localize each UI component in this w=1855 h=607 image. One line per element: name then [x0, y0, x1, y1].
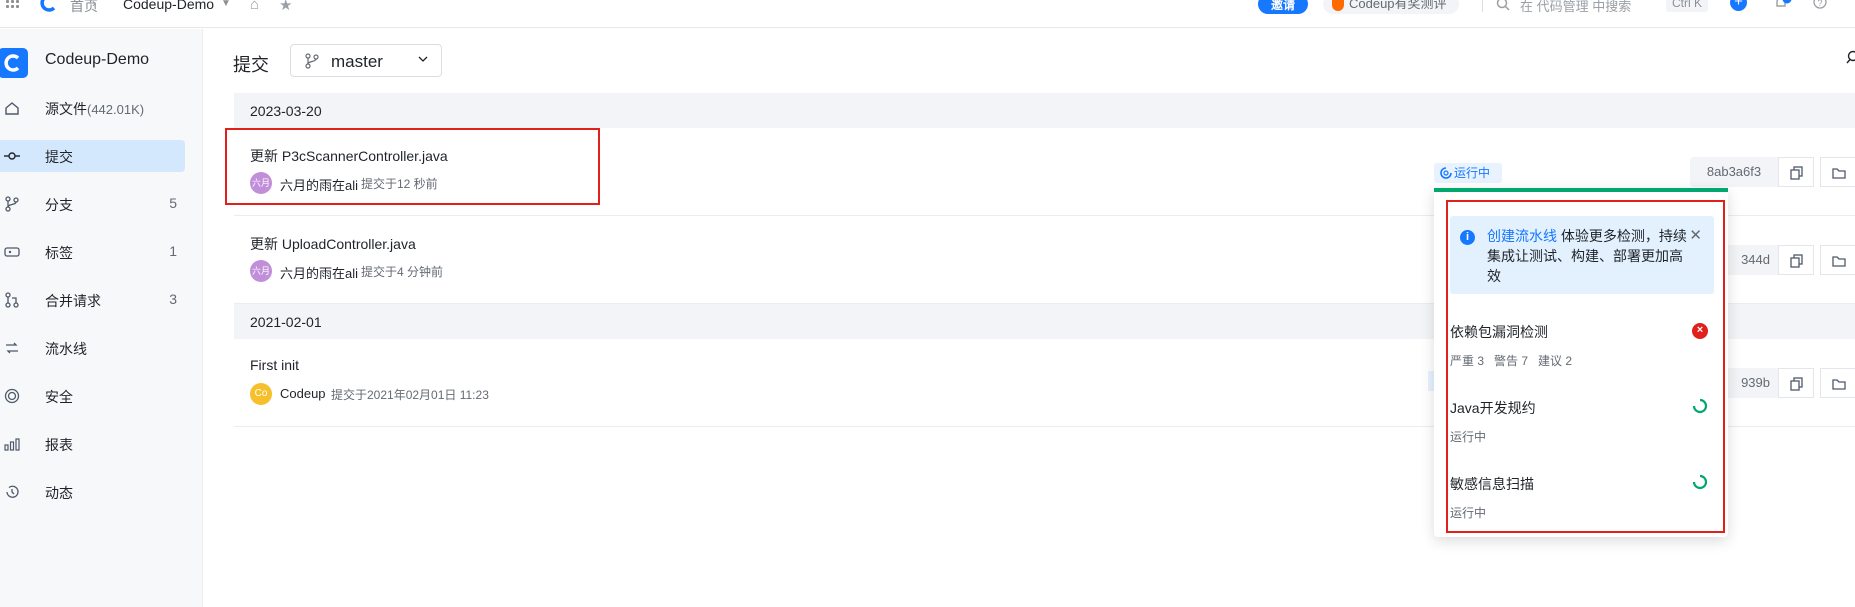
promo-label: Codeup有奖测评: [1349, 0, 1447, 11]
sidebar-item-label: 分支: [45, 197, 73, 213]
commit-title[interactable]: 更新 UploadController.java: [250, 234, 416, 254]
search-shortcut: Ctrl K: [1666, 0, 1708, 12]
history-icon: [6, 485, 19, 498]
top-bar: 首页 › Codeup-Demo ▼ ⌂ ★ 邀请 Codeup有奖测评 在 代…: [0, 0, 1855, 28]
commit-time: 提交于2021年02月01日 11:23: [331, 388, 489, 402]
pipeline-icon: [6, 342, 18, 354]
commit-author: 六月的雨在ali: [280, 266, 359, 281]
commit-title[interactable]: First init: [250, 357, 299, 373]
sidebar-item-label: 合并请求: [45, 293, 101, 309]
search-icon[interactable]: [1846, 50, 1855, 64]
sidebar-item-label: 流水线: [45, 341, 87, 357]
page-title: 提交: [233, 55, 269, 75]
folder-icon: [1832, 256, 1846, 267]
svg-text:?: ?: [1818, 0, 1823, 8]
star-icon[interactable]: ★: [279, 0, 292, 14]
branch-count: 5: [169, 195, 177, 211]
breadcrumb-separator-icon: ›: [92, 0, 96, 10]
sidebar-item-activity[interactable]: 动态: [0, 476, 185, 508]
building-icon[interactable]: ⌂: [250, 0, 259, 13]
copy-hash-button[interactable]: [1778, 368, 1814, 398]
branch-icon: [5, 196, 19, 212]
highlight-commit-box: [225, 128, 600, 205]
report-icon: [4, 438, 20, 451]
browse-files-button[interactable]: [1820, 245, 1855, 275]
sidebar-item-label: 报表: [45, 437, 73, 453]
home-icon: [5, 102, 19, 115]
apps-grid-icon[interactable]: [6, 0, 20, 10]
sidebar-item-label: 源文件(442.01K): [45, 101, 145, 117]
global-search-input[interactable]: 在 代码管理 中搜索: [1520, 0, 1631, 15]
sidebar-item-branches[interactable]: 分支 5: [0, 188, 185, 220]
help-icon[interactable]: ?: [1813, 0, 1827, 9]
notification-badge: [1782, 0, 1792, 4]
branch-icon: [305, 53, 319, 69]
copy-hash-button[interactable]: [1778, 157, 1814, 187]
sidebar-item-pipelines[interactable]: 流水线: [0, 332, 185, 364]
date-group-header: 2023-03-20: [234, 93, 1855, 128]
avatar: Co: [250, 383, 272, 405]
commit-author: Codeup: [280, 386, 326, 401]
sidebar: Codeup-Demo 源文件(442.01K) 提交 分支 5 标签 1 合并…: [0, 29, 203, 607]
sidebar-item-commits[interactable]: 提交: [0, 140, 185, 172]
security-icon: [4, 388, 20, 404]
repo-dropdown-icon[interactable]: ▼: [221, 0, 231, 9]
copy-hash-button[interactable]: [1778, 245, 1814, 275]
search-icon: [1496, 0, 1510, 11]
codeup-logo-icon[interactable]: [40, 0, 58, 12]
gift-icon: [1332, 0, 1344, 11]
highlight-popover-box: [1446, 200, 1725, 533]
sidebar-item-label: 安全: [45, 389, 73, 405]
sidebar-item-security[interactable]: 安全: [0, 380, 185, 412]
repo-name[interactable]: Codeup-Demo: [45, 51, 149, 69]
sidebar-item-label: 标签: [45, 245, 73, 261]
running-spinner-icon: [1440, 167, 1452, 179]
divider: [1482, 0, 1483, 12]
date-label: 2023-03-20: [250, 103, 322, 119]
sidebar-item-label: 动态: [45, 485, 73, 501]
copy-icon: [1790, 254, 1803, 268]
commit-time: 提交于4 分钟前: [361, 265, 444, 279]
sidebar-item-merge-requests[interactable]: 合并请求 3: [0, 284, 185, 316]
branch-selector[interactable]: master: [290, 44, 442, 77]
repo-logo-icon: [0, 48, 28, 78]
breadcrumb-repo[interactable]: Codeup-Demo: [123, 0, 214, 12]
folder-icon: [1832, 379, 1846, 390]
status-label: 运行中: [1454, 166, 1491, 180]
promo-badge[interactable]: Codeup有奖测评: [1323, 0, 1459, 14]
folder-icon: [1832, 168, 1846, 179]
branch-name: master: [331, 52, 383, 71]
chevron-down-icon: [418, 56, 428, 62]
avatar: 六月: [250, 260, 272, 282]
copy-icon: [1790, 377, 1803, 391]
invite-button[interactable]: 邀请: [1258, 0, 1308, 14]
copy-icon: [1790, 166, 1803, 180]
browse-files-button[interactable]: [1820, 157, 1855, 187]
sidebar-item-files[interactable]: 源文件(442.01K): [0, 92, 185, 124]
tag-count: 1: [169, 243, 177, 259]
pipeline-status-badge[interactable]: 运行中: [1434, 163, 1502, 183]
date-label: 2021-02-01: [250, 314, 322, 330]
merge-request-count: 3: [169, 291, 177, 307]
sidebar-item-tags[interactable]: 标签 1: [0, 236, 185, 268]
merge-request-icon: [5, 292, 19, 308]
create-plus-button[interactable]: +: [1730, 0, 1747, 11]
sidebar-item-label: 提交: [45, 149, 73, 165]
tag-icon: [4, 247, 20, 257]
commit-icon: [4, 152, 20, 160]
sidebar-item-reports[interactable]: 报表: [0, 428, 185, 460]
commit-hash[interactable]: 8ab3a6f3: [1690, 157, 1778, 187]
browse-files-button[interactable]: [1820, 368, 1855, 398]
